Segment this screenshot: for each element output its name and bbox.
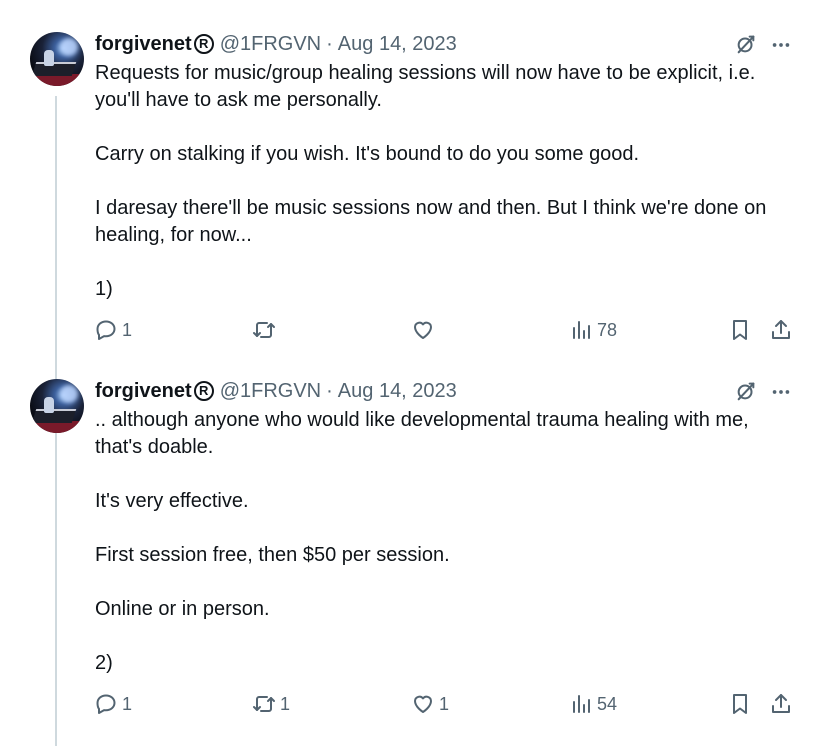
reply-count: 1 <box>122 693 133 714</box>
like-button[interactable] <box>411 318 439 342</box>
bookmark-icon <box>733 320 747 340</box>
views-button[interactable]: 78 <box>569 318 617 342</box>
separator: · <box>326 32 333 55</box>
tweet-header: forgivenet R @1FRGVN · Aug 14, 2023 <box>95 32 457 56</box>
share-button[interactable] <box>769 692 793 716</box>
tweet-paragraph: I daresay there'll be music sessions now… <box>95 197 767 246</box>
bookmark-button[interactable] <box>728 692 752 716</box>
tweet-paragraph: Online or in person. <box>95 598 270 620</box>
repost-count: 1 <box>280 693 291 714</box>
registered-mark-icon: R <box>193 381 214 401</box>
grok-icon[interactable] <box>735 32 757 56</box>
more-icon[interactable] <box>770 383 792 401</box>
reply-icon <box>96 694 116 714</box>
like-icon <box>414 695 432 713</box>
share-icon <box>772 320 790 339</box>
views-count: 54 <box>597 693 618 714</box>
avatar[interactable] <box>30 32 84 86</box>
share-button[interactable] <box>769 318 793 342</box>
share-icon <box>772 694 790 713</box>
avatar[interactable] <box>30 379 84 433</box>
views-icon <box>573 321 590 339</box>
tweet-paragraph: Requests for music/group healing session… <box>95 62 756 111</box>
author-handle[interactable]: @1FRGVN <box>220 33 321 56</box>
like-icon <box>414 321 432 339</box>
tweet-paragraph: Carry on stalking if you wish. It's boun… <box>95 143 640 165</box>
bookmark-button[interactable] <box>728 318 752 342</box>
tweet-paragraph: First session free, then $50 per session… <box>95 544 450 566</box>
reply-button[interactable]: 1 <box>94 318 132 342</box>
registered-mark-icon: R <box>193 34 214 54</box>
like-count: 1 <box>439 693 450 714</box>
reply-button[interactable]: 1 <box>94 692 132 716</box>
repost-button[interactable] <box>252 318 280 342</box>
tweet-text: .. although anyone who would like develo… <box>95 407 795 677</box>
post-date[interactable]: Aug 14, 2023 <box>338 33 457 56</box>
thread-feed: forgivenet R @1FRGVN · Aug 14, 2023 Requ… <box>0 0 828 748</box>
tweet-paragraph: .. although anyone who would like develo… <box>95 409 749 458</box>
post-date[interactable]: Aug 14, 2023 <box>338 380 457 403</box>
repost-icon <box>253 696 275 712</box>
repost-icon <box>253 322 275 338</box>
separator: · <box>326 379 333 402</box>
tweet-header: forgivenet R @1FRGVN · Aug 14, 2023 <box>95 379 457 403</box>
tweet-paragraph: It's very effective. <box>95 490 249 512</box>
more-icon[interactable] <box>770 36 792 54</box>
tweet-paragraph: 2) <box>95 652 113 674</box>
grok-icon[interactable] <box>735 379 757 403</box>
views-count: 78 <box>597 319 618 340</box>
author-handle[interactable]: @1FRGVN <box>220 380 321 403</box>
reply-icon <box>96 320 116 340</box>
author-name[interactable]: forgivenet <box>95 33 192 56</box>
tweet-paragraph: 1) <box>95 278 113 300</box>
tweet-text: Requests for music/group healing session… <box>95 60 795 303</box>
like-button[interactable]: 1 <box>411 692 449 716</box>
reply-count: 1 <box>122 319 133 340</box>
views-button[interactable]: 54 <box>569 692 617 716</box>
tweet-actions: 1 1 1 54 <box>94 692 802 720</box>
tweet-actions: 1 78 <box>94 318 802 346</box>
repost-button[interactable]: 1 <box>252 692 290 716</box>
views-icon <box>573 695 590 713</box>
author-name[interactable]: forgivenet <box>95 380 192 403</box>
bookmark-icon <box>733 694 747 714</box>
